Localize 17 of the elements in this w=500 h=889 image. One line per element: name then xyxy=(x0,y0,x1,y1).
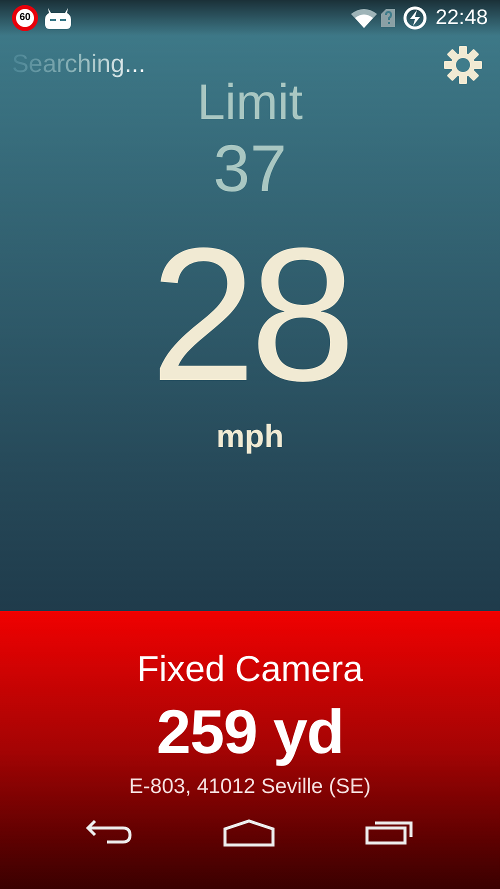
alert-address: E-803, 41012 Seville (SE) xyxy=(129,774,371,800)
back-button[interactable] xyxy=(85,819,133,845)
clock-time: 22:48 xyxy=(435,5,488,32)
settings-icon[interactable] xyxy=(444,46,482,84)
charging-icon xyxy=(403,6,428,30)
sim-card-icon xyxy=(381,9,396,27)
robot-icon xyxy=(45,7,71,29)
speed-unit: mph xyxy=(216,417,284,456)
recent-apps-button[interactable] xyxy=(365,819,415,845)
limit-label: Limit xyxy=(197,74,303,130)
speed-sign-number: 60 xyxy=(19,13,31,23)
alert-distance: 259 yd xyxy=(156,697,344,769)
wifi-icon xyxy=(351,8,378,28)
current-speed: 28 xyxy=(150,220,350,410)
alert-title: Fixed Camera xyxy=(136,647,364,691)
home-button[interactable] xyxy=(223,819,275,847)
limit-value: 37 xyxy=(213,130,287,206)
